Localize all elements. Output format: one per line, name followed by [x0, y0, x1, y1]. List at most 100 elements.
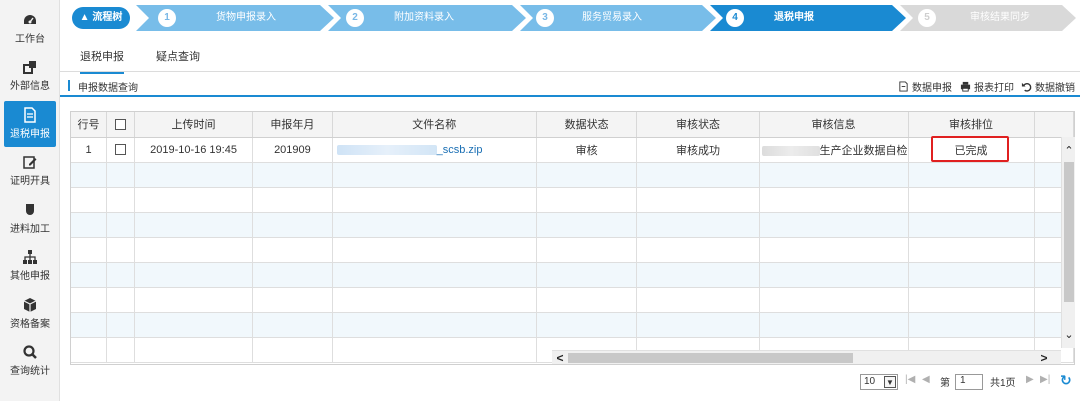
data-revoke-button[interactable]: 数据撤销: [1021, 79, 1075, 94]
step-label: 货物申报录入: [216, 12, 276, 23]
horizontal-scrollbar[interactable]: < >: [552, 350, 1061, 365]
cell-review-status: 审核成功: [636, 137, 760, 163]
col-header-row-no: 行号: [71, 112, 108, 138]
sidebar-item-certificate[interactable]: 证明开具: [0, 148, 60, 194]
data-declare-button[interactable]: 数据申报: [898, 79, 952, 94]
step-number: 5: [918, 9, 936, 27]
page-number-input[interactable]: 1: [955, 374, 983, 390]
process-tree-button[interactable]: ▲ 流程树: [72, 7, 130, 29]
step-number: 3: [536, 9, 554, 27]
report-print-button[interactable]: 报表打印: [960, 79, 1014, 94]
declaration-grid: 行号 上传时间 申报年月 文件名称 数据状态 审核状态 审核信息 审核排位 1 …: [70, 111, 1075, 365]
tab-bar: 退税申报 疑点查询: [60, 38, 1080, 74]
external-link-icon: [22, 59, 38, 75]
process-tree-label: 流程树: [92, 12, 123, 23]
tab-doubt-query[interactable]: 疑点查询: [156, 48, 200, 64]
cell-select[interactable]: [106, 137, 135, 163]
sidebar-item-label: 退税申报: [10, 129, 50, 140]
scroll-right-icon[interactable]: >: [1038, 351, 1050, 365]
sidebar-item-external-info[interactable]: 外部信息: [0, 53, 60, 99]
sidebar-item-other-declaration[interactable]: 其他申报: [0, 243, 60, 289]
section-marker: [68, 80, 70, 91]
total-pages: 共1页: [990, 378, 1016, 389]
step-service-trade-entry[interactable]: 3 服务贸易录入: [520, 5, 716, 31]
box-icon: [22, 297, 38, 313]
prev-page-icon[interactable]: ◀: [922, 374, 930, 385]
col-header-extra: [1034, 112, 1074, 138]
page-size-value: 10: [864, 376, 876, 387]
chevron-down-icon: ▼: [884, 376, 896, 388]
query-bar: 申报数据查询 数据申报 报表打印 数据撤销: [60, 73, 1080, 97]
step-label: 服务贸易录入: [582, 12, 642, 23]
table-row[interactable]: 1 2019-10-16 19:45 201909 _scsb.zip 审核 审…: [71, 137, 1074, 163]
last-page-icon[interactable]: ▶|: [1040, 374, 1050, 385]
page-label: 第: [940, 378, 950, 389]
sidebar: 工作台 外部信息 退税申报 证明开具 进料加工 其他申报 资格备案 查询统计: [0, 0, 60, 401]
edit-icon: [22, 154, 38, 170]
scroll-thumb[interactable]: [1064, 162, 1074, 302]
table-row-empty: [71, 312, 1074, 338]
cell-upload-time: 2019-10-16 19:45: [134, 137, 254, 163]
search-icon: [22, 344, 38, 360]
vertical-scrollbar[interactable]: ⌃ ⌄: [1061, 137, 1075, 348]
row-checkbox[interactable]: [114, 144, 126, 156]
sidebar-item-workbench[interactable]: 工作台: [0, 6, 60, 52]
step-number: 4: [726, 9, 744, 27]
step-label: 附加资料录入: [394, 12, 454, 23]
printer-icon: [960, 81, 971, 92]
sidebar-item-qualification[interactable]: 资格备案: [0, 291, 60, 337]
select-all-checkbox[interactable]: [114, 118, 126, 130]
step-goods-entry[interactable]: 1 货物申报录入: [136, 5, 334, 31]
col-header-period: 申报年月: [252, 112, 333, 138]
shield-icon: [22, 202, 38, 218]
sidebar-item-label: 外部信息: [10, 81, 50, 92]
dashboard-icon: [22, 12, 38, 28]
col-header-file-name: 文件名称: [332, 112, 537, 138]
step-number: 2: [346, 9, 364, 27]
table-row-empty: [71, 162, 1074, 188]
step-attachment-entry[interactable]: 2 附加资料录入: [328, 5, 526, 31]
next-page-icon[interactable]: ▶: [1026, 374, 1034, 385]
tab-tax-refund[interactable]: 退税申报: [80, 48, 124, 74]
table-row-empty: [71, 237, 1074, 263]
step-review-sync[interactable]: 5 审核结果同步: [900, 5, 1076, 31]
col-header-data-status: 数据状态: [536, 112, 638, 138]
sidebar-item-tax-refund[interactable]: 退税申报: [4, 101, 56, 147]
review-info-text: 生产企业数据自检: [819, 144, 908, 157]
refresh-icon[interactable]: ↻: [1060, 372, 1072, 389]
col-header-upload-time: 上传时间: [134, 112, 254, 138]
col-header-select-all[interactable]: [106, 112, 135, 138]
document-icon: [899, 81, 908, 92]
document-icon: [22, 107, 38, 123]
sidebar-item-processing[interactable]: 进料加工: [0, 196, 60, 242]
cell-file-name[interactable]: _scsb.zip: [332, 137, 537, 163]
scroll-left-icon[interactable]: <: [554, 351, 566, 365]
scroll-down-icon[interactable]: ⌄: [1063, 329, 1075, 341]
sidebar-item-label: 资格备案: [10, 319, 50, 330]
sidebar-item-query-stats[interactable]: 查询统计: [0, 338, 60, 384]
data-declare-label: 数据申报: [912, 83, 952, 94]
page-size-select[interactable]: 10 ▼: [860, 374, 898, 390]
redacted-text: [761, 145, 820, 156]
declaration-table: 行号 上传时间 申报年月 文件名称 数据状态 审核状态 审核信息 审核排位 1 …: [71, 112, 1074, 363]
section-title: 申报数据查询: [78, 83, 138, 94]
scroll-up-icon[interactable]: ⌃: [1063, 145, 1075, 157]
step-number: 1: [158, 9, 176, 27]
process-steps: ▲ 流程树 1 货物申报录入 2 附加资料录入 3 服务贸易录入 4 退税申报 …: [66, 5, 1076, 31]
sidebar-item-label: 证明开具: [10, 176, 50, 187]
table-row-empty: [71, 262, 1074, 288]
cell-data-status: 审核: [536, 137, 638, 163]
table-header-row: 行号 上传时间 申报年月 文件名称 数据状态 审核状态 审核信息 审核排位: [71, 112, 1074, 138]
scroll-thumb[interactable]: [568, 353, 853, 363]
redacted-text: [336, 144, 437, 155]
step-tax-refund[interactable]: 4 退税申报: [710, 5, 906, 31]
file-name-link[interactable]: _scsb.zip: [437, 144, 483, 156]
cell-review-info: 生产企业数据自检: [759, 137, 909, 163]
undo-icon: [1021, 82, 1032, 92]
pagination: 10 ▼ |◀ ◀ 第 1 共1页 ▶ ▶| ↻: [860, 372, 1076, 392]
step-label: 审核结果同步: [970, 12, 1030, 23]
highlight-box: [931, 136, 1009, 162]
first-page-icon[interactable]: |◀: [905, 374, 915, 385]
table-row-empty: [71, 187, 1074, 213]
step-label: 退税申报: [774, 12, 814, 23]
